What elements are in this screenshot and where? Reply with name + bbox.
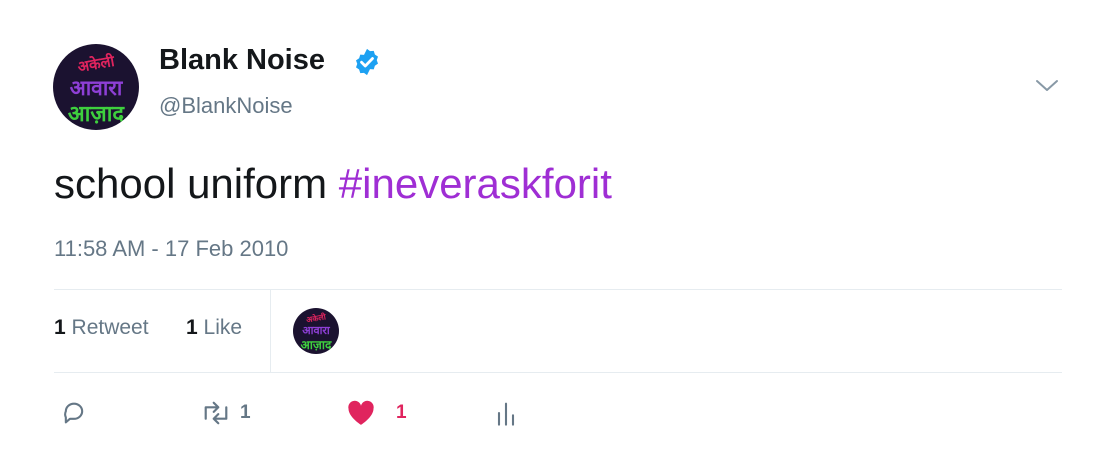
retweets-label: Retweet — [71, 316, 149, 339]
timestamp[interactable]: 11:58 AM - 17 Feb 2010 — [54, 236, 288, 262]
like-button[interactable]: 1 — [346, 398, 407, 428]
likes-stat[interactable]: 1 Like — [186, 316, 242, 340]
reply-icon — [64, 402, 84, 424]
retweets-count: 1 — [54, 316, 66, 339]
retweet-button[interactable]: 1 — [200, 398, 251, 428]
divider-top — [54, 289, 1062, 290]
retweets-stat[interactable]: 1 Retweet — [54, 316, 149, 340]
hashtag-link[interactable]: #ineveraskforit — [339, 160, 612, 207]
divider-bottom — [54, 372, 1062, 373]
retweet-count: 1 — [240, 402, 251, 423]
stats-divider — [270, 290, 271, 372]
retweet-icon — [204, 401, 228, 425]
tweet-text: school uniform #ineveraskforit — [54, 160, 612, 208]
likes-count: 1 — [186, 316, 198, 339]
like-count: 1 — [396, 402, 407, 423]
avatar-text-line-3: आज़ाद — [67, 102, 125, 127]
analytics-button[interactable] — [494, 398, 518, 428]
heart-icon — [348, 400, 374, 425]
likes-label: Like — [203, 316, 243, 339]
analytics-icon — [497, 402, 515, 426]
handle[interactable]: @BlankNoise — [159, 93, 293, 119]
avatar[interactable]: अकेली आवारा आज़ाद — [53, 44, 139, 130]
liker-avatar-text-line-3: आज़ाद — [300, 338, 332, 352]
chevron-down-icon[interactable] — [1034, 76, 1060, 94]
verified-badge-icon — [356, 48, 378, 76]
display-name[interactable]: Blank Noise — [159, 44, 325, 77]
reply-button[interactable] — [60, 398, 88, 428]
liker-avatar[interactable]: अकेली आवारा आज़ाद — [293, 308, 339, 354]
tweet-text-plain: school uniform — [54, 160, 339, 207]
